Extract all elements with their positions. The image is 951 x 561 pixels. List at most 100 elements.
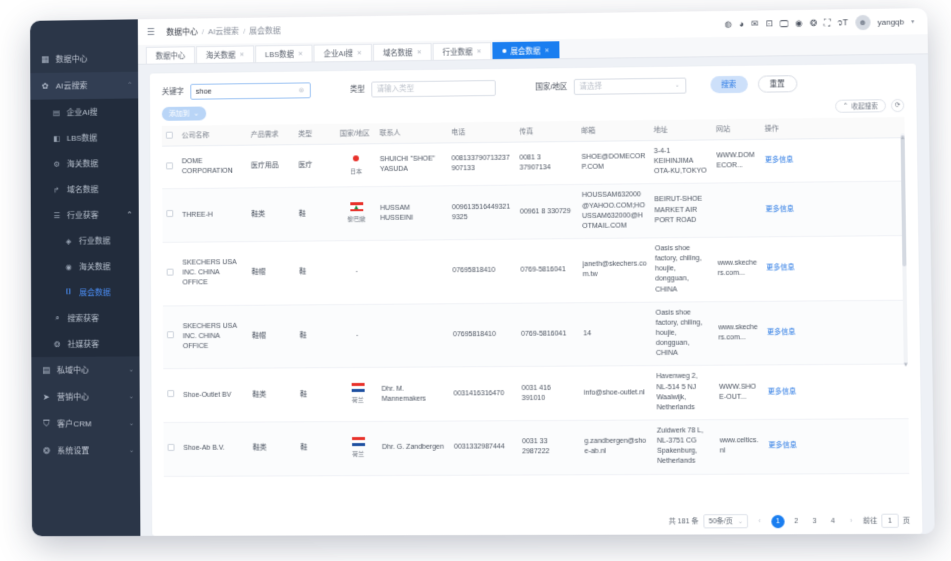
page-button-3[interactable]: 3 — [808, 514, 821, 527]
font-size-icon[interactable]: ᭡T — [837, 17, 848, 27]
more-info-link[interactable]: 更多信息 — [767, 329, 795, 336]
sidebar-item-ai-cloud-search[interactable]: ✿ AI云搜索 ⌃ — [30, 71, 139, 100]
clear-icon[interactable]: ⊗ — [299, 86, 305, 94]
country-name: 日本 — [350, 169, 363, 176]
screenshot-icon[interactable]: ⊡ — [765, 18, 772, 28]
row-checkbox[interactable] — [166, 210, 174, 218]
close-icon[interactable]: ✕ — [357, 49, 362, 56]
sidebar-item-customs-data[interactable]: ⚙ 海关数据 — [31, 150, 139, 177]
breadcrumb-item-1[interactable]: AI云搜索 — [208, 25, 239, 36]
tab-data-center[interactable]: 数据中心 — [145, 46, 196, 64]
more-info-link[interactable]: 更多信息 — [768, 388, 797, 395]
select-all-checkbox[interactable] — [165, 131, 173, 139]
total-count-label: 共 181 条 — [668, 518, 699, 526]
tab-industry-data[interactable]: 行业数据 ✕ — [432, 42, 492, 60]
table-row[interactable]: Shoe-Ab B.V. 鞋类 鞋 荷兰 Dhr. G. Zandbergen … — [163, 418, 910, 476]
sidebar-item-industry-acquisition[interactable]: ☰ 行业获客 ⌃ — [31, 201, 139, 228]
collapse-search-button[interactable]: ⌃ 收起搜索 — [834, 98, 887, 113]
sidebar-item-customer-crm[interactable]: ⛉ 客户CRM ⌄ — [32, 410, 140, 437]
table-row[interactable]: DOME CORPORATION 医疗用品 医疗 日本 SHUICHI "SHO… — [162, 137, 906, 190]
sidebar-item-search-acquisition[interactable]: ⌕ 搜索获客 — [31, 305, 139, 332]
scroll-down-icon[interactable]: ▼ — [903, 362, 909, 368]
page-button-1[interactable]: 1 — [771, 514, 785, 528]
language-icon[interactable]: ❂ — [810, 17, 817, 27]
menu-fold-icon[interactable]: ☰ — [147, 27, 155, 38]
row-checkbox[interactable] — [166, 331, 174, 339]
sidebar-item-label: 系统设置 — [57, 446, 90, 456]
row-checkbox[interactable] — [167, 443, 175, 451]
sidebar-item-data-center[interactable]: ▦ 数据中心 — [30, 45, 138, 73]
row-checkbox[interactable] — [167, 390, 175, 398]
page-button-4[interactable]: 4 — [826, 514, 839, 527]
tab-exhibition-data[interactable]: 展会数据 ✕ — [492, 41, 560, 60]
cell-website — [712, 182, 762, 238]
close-icon[interactable]: ✕ — [476, 48, 481, 55]
monitor-icon[interactable]: 🖵 — [780, 18, 788, 28]
table-row[interactable]: Shoe-Outlet BV 鞋类 鞋 荷兰 Dhr. M. Mannemake… — [163, 364, 909, 423]
row-select-cell — [162, 242, 179, 306]
close-icon[interactable]: ✕ — [239, 51, 244, 58]
country-label: 国家/地区 — [535, 82, 568, 92]
scrollbar-thumb[interactable] — [900, 135, 907, 267]
prev-page-button[interactable]: ‹ — [753, 515, 766, 528]
tab-customs-data[interactable]: 海关数据 ✕ — [195, 45, 255, 64]
cell-email: janeth@skechers.com.tw — [578, 237, 652, 303]
refresh-icon[interactable]: ⟳ — [890, 98, 905, 112]
avatar[interactable]: ☻ — [854, 14, 871, 30]
search-button[interactable]: 搜索 — [709, 75, 748, 94]
compass-icon[interactable]: ◍ — [724, 19, 732, 29]
more-info-link[interactable]: 更多信息 — [768, 442, 797, 449]
type-input[interactable]: 请输入类型 — [370, 79, 496, 98]
sidebar-item-social-acquisition[interactable]: ❂ 社媒获客 — [31, 331, 139, 358]
sidebar-item-system-settings[interactable]: ❂ 系统设置 ⌄ — [32, 437, 140, 464]
cell-action: 更多信息 — [761, 181, 907, 237]
row-checkbox[interactable] — [166, 268, 174, 276]
tab-enterprise-ai-search[interactable]: 企业AI搜 ✕ — [313, 43, 372, 62]
more-info-link[interactable]: 更多信息 — [765, 205, 793, 212]
sidebar-item-exhibition-data[interactable]: ⌷ 展会数据 — [31, 278, 140, 306]
country-select[interactable]: 请选择 ⌄ — [573, 77, 686, 95]
next-page-button[interactable]: › — [845, 514, 858, 527]
sidebar-item-domain-data[interactable]: ↱ 域名数据 — [31, 176, 139, 203]
tab-lbs-data[interactable]: LBS数据 ✕ — [255, 44, 313, 63]
sidebar-item-private-domain-center[interactable]: ▤ 私域中心 ⌄ — [31, 356, 139, 384]
cell-contact — [376, 303, 450, 368]
tab-domain-data[interactable]: 域名数据 ✕ — [372, 42, 432, 61]
row-checkbox[interactable] — [166, 162, 174, 170]
close-icon[interactable]: ✕ — [417, 49, 422, 56]
page-button-2[interactable]: 2 — [790, 514, 803, 527]
username-label[interactable]: yangqb — [877, 17, 904, 26]
more-info-link[interactable]: 更多信息 — [765, 157, 793, 164]
add-to-button[interactable]: 添加到 ⌄ — [161, 106, 207, 121]
breadcrumb-item-2[interactable]: 展会数据 — [249, 25, 281, 36]
sidebar-item-label: 营销中心 — [56, 392, 90, 402]
page-jump: 前往 1 页 — [863, 513, 910, 528]
cell-phone: 07695818410 — [448, 302, 518, 368]
table-row[interactable]: SKECHERS USA INC. CHINA OFFICE 鞋帽 鞋 - 07… — [162, 299, 908, 370]
table-row[interactable]: THREE-H 鞋类 鞋 黎巴嫩 HUSSAM HUSSEINI 0096135… — [162, 181, 907, 243]
jump-input[interactable]: 1 — [881, 513, 899, 528]
table-row[interactable]: SKECHERS USA INC. CHINA OFFICE 鞋帽 鞋 - 07… — [162, 235, 907, 306]
close-icon[interactable]: ✕ — [298, 50, 303, 57]
breadcrumb-item-0[interactable]: 数据中心 — [166, 26, 198, 37]
help-icon[interactable]: ◉ — [795, 18, 803, 28]
more-info-link[interactable]: 更多信息 — [766, 265, 794, 272]
cell-type: 鞋 — [294, 240, 338, 305]
close-icon[interactable]: ✕ — [544, 47, 549, 54]
chevron-down-icon[interactable]: ▾ — [911, 18, 914, 25]
page-size-select[interactable]: 50条/页 ⌄ — [703, 514, 749, 529]
reset-button[interactable]: 重置 — [757, 75, 798, 93]
chat-icon[interactable]: ◕ — [739, 18, 744, 28]
sidebar-item-enterprise-ai-search[interactable]: ▤ 企业AI搜 — [30, 98, 138, 125]
sidebar-item-customs-data-2[interactable]: ◉ 海关数据 — [31, 253, 139, 280]
sidebar-item-industry-data[interactable]: ◈ 行业数据 — [31, 227, 139, 254]
sidebar-item-marketing-center[interactable]: ➤ 营销中心 ⌄ — [31, 383, 139, 410]
sidebar-item-lbs-data[interactable]: ◧ LBS数据 — [30, 124, 138, 151]
keyword-label: 关键字 — [161, 86, 184, 97]
fullscreen-icon[interactable]: ⛶ — [824, 17, 830, 27]
chevron-down-icon: ⌄ — [193, 110, 200, 118]
mail-icon[interactable]: ✉ — [751, 18, 758, 28]
scroll-up-icon[interactable]: ▲ — [900, 135, 906, 141]
keyword-input[interactable]: shoe ⊗ — [189, 81, 311, 100]
cell-contact: Dhr. G. Zandbergen — [377, 421, 451, 476]
